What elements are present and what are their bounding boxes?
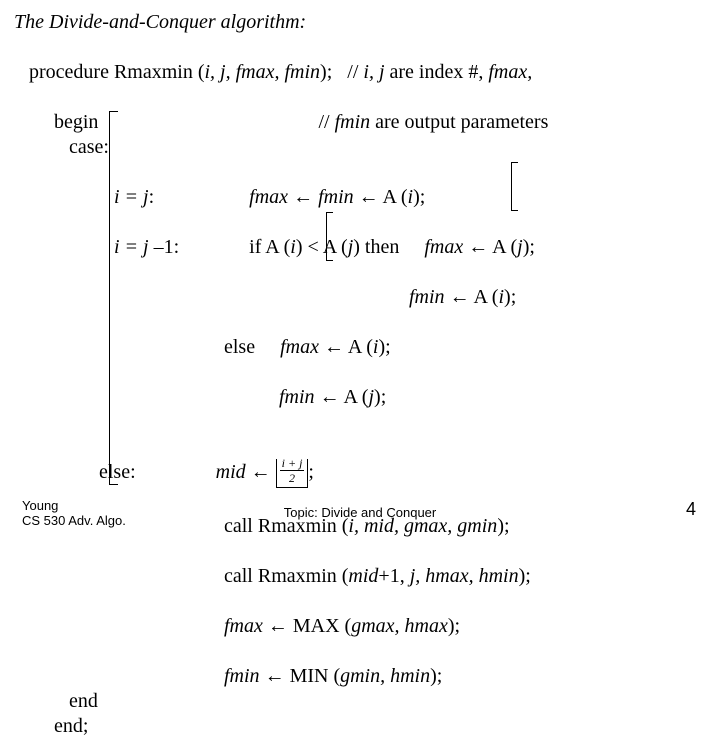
slide: The Divide-and-Conquer algorithm: proced…: [0, 0, 720, 540]
fmin-arr: ← MIN (: [260, 665, 341, 687]
call2-plus: +1,: [378, 565, 409, 587]
c2-then: ) then: [353, 236, 424, 258]
pad: [14, 286, 409, 308]
then-bracket-icon: [511, 162, 518, 211]
c1-arr2: ← A (: [354, 186, 408, 208]
pad: [14, 236, 114, 258]
c1-lhs: i = j: [114, 186, 149, 208]
c2-one: 1:: [164, 236, 250, 258]
cmt1-it2: fmax,: [488, 61, 532, 83]
cmt1-mid: are index #,: [385, 61, 489, 83]
c2e2-end: );: [374, 386, 386, 408]
call2-mid: mid: [348, 565, 378, 587]
proc-args: i, j, fmax, fmin: [205, 61, 321, 83]
c2e2-arr: ← A (: [315, 386, 369, 408]
call2-end: );: [519, 565, 531, 587]
end-proc: end;: [14, 714, 706, 739]
page-number: 4: [686, 499, 696, 520]
c2e-end: );: [378, 336, 390, 358]
fmax-arr: ← MAX (: [263, 615, 351, 637]
c1-colon: :: [149, 186, 250, 208]
pad: [14, 665, 224, 687]
pad: [14, 386, 279, 408]
floor-icon: i + j2: [276, 459, 309, 488]
pad: [14, 186, 114, 208]
cmt2-pre: //: [98, 111, 334, 133]
case-bracket-icon: [109, 111, 118, 485]
c2-if: if A (: [249, 236, 290, 258]
call-rmaxmin-2: call Rmaxmin (mid+1, j, hmax, hmin);: [14, 539, 706, 589]
c2-minus: –: [154, 236, 164, 258]
c1-arrow1: ←: [288, 186, 318, 208]
c2e-arr: ← A (: [319, 336, 373, 358]
procedure-line: procedure Rmaxmin (i, j, fmax, fmin); //…: [14, 35, 706, 85]
c2e-fmax: fmax: [280, 336, 319, 358]
fmax-max-line: fmax ← MAX (gmax, hmax);: [14, 589, 706, 639]
fmax-var: fmax: [224, 615, 263, 637]
c2b-fmin: fmin: [409, 286, 445, 308]
c2b-arr: ← A (: [445, 286, 499, 308]
fmin-var: fmin: [224, 665, 260, 687]
cmt2-end: are output parameters: [370, 111, 548, 133]
cmt1-pre: //: [332, 61, 363, 83]
c1-fmin: fmin: [318, 186, 354, 208]
fmin-min-line: fmin ← MIN (gmin, hmin);: [14, 639, 706, 689]
fmin-args: gmin, hmin: [340, 665, 430, 687]
frac-num: i + j: [280, 457, 305, 471]
pad: call Rmaxmin (: [14, 565, 348, 587]
mid-semi: ;: [308, 461, 314, 483]
mid-var: mid: [216, 461, 246, 483]
kw-procedure: procedure: [14, 61, 109, 83]
c2b-end: );: [504, 286, 516, 308]
proc-name: Rmaxmin (: [109, 61, 205, 83]
fmax-end: );: [448, 615, 460, 637]
pad: else: [14, 336, 280, 358]
c2-lhs: i = j: [114, 236, 154, 258]
title: The Divide-and-Conquer algorithm:: [14, 10, 706, 35]
footer-topic: Topic: Divide and Conquer: [0, 505, 720, 520]
c2-end: );: [523, 236, 535, 258]
c2e2-fmin: fmin: [279, 386, 315, 408]
algorithm-body: The Divide-and-Conquer algorithm: proced…: [14, 10, 706, 739]
c1-fmax: fmax: [249, 186, 288, 208]
c1-end: );: [413, 186, 425, 208]
end-case: end: [14, 689, 706, 714]
else-bracket-icon: [326, 212, 333, 261]
cmt2-it: fmin: [335, 111, 371, 133]
fmax-args: gmax, hmax: [351, 615, 448, 637]
proc-close: );: [320, 61, 332, 83]
c2-arr: ← A (: [463, 236, 517, 258]
cmt1-it1: i, j: [363, 61, 384, 83]
fraction: i + j2: [280, 457, 305, 484]
c2-fmax: fmax: [424, 236, 463, 258]
mid-arr: ←: [246, 461, 276, 483]
frac-den: 2: [280, 471, 305, 484]
fmin-end: );: [430, 665, 442, 687]
kw-begin: begin: [14, 111, 98, 133]
c2-mid: ) < A (: [296, 236, 348, 258]
call2-rest: j, hmax, hmin: [410, 565, 519, 587]
pad: [14, 615, 224, 637]
